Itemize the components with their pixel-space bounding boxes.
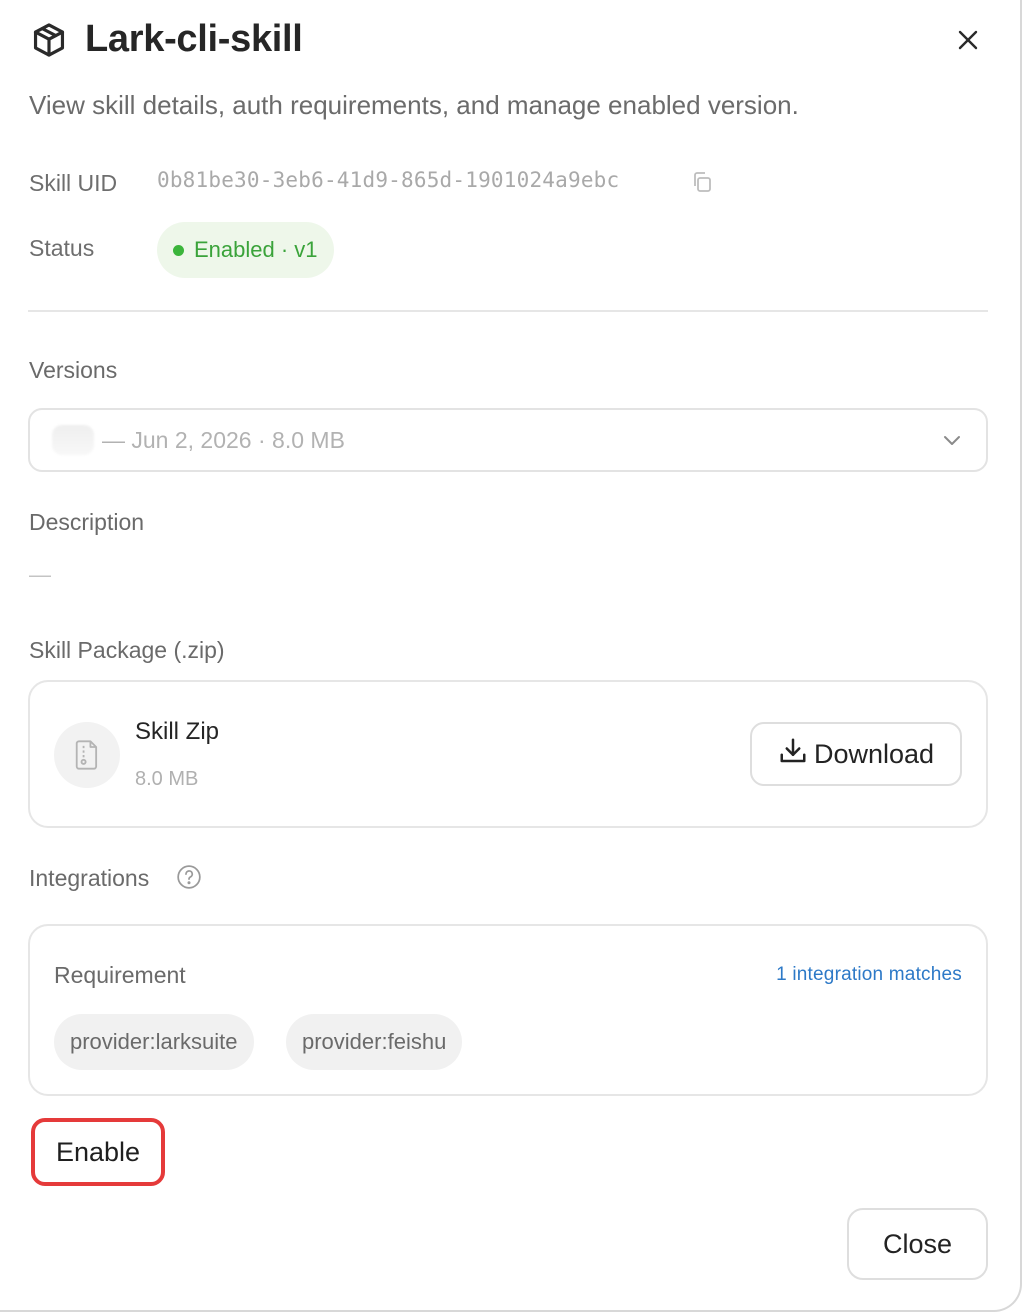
description-value: — xyxy=(29,562,51,587)
chevron-down-icon xyxy=(940,428,964,452)
requirement-label: Requirement xyxy=(54,962,186,988)
close-button[interactable]: Close xyxy=(847,1208,988,1280)
divider xyxy=(28,310,988,312)
package-card: Skill Zip 8.0 MB Download xyxy=(28,680,988,828)
status-dot xyxy=(173,244,184,256)
zip-file-icon xyxy=(54,722,120,788)
versions-label: Versions xyxy=(29,357,118,383)
uid-value: 0b81be30-3eb6-41d9-865d-1901024a9ebc xyxy=(157,168,620,192)
package-icon xyxy=(30,21,68,59)
requirement-tag: provider:larksuite xyxy=(54,1014,254,1070)
uid-label: Skill UID xyxy=(29,170,118,196)
integrations-label: Integrations xyxy=(29,865,150,891)
package-label: Skill Package (.zip) xyxy=(29,637,225,663)
download-button[interactable]: Download xyxy=(750,722,962,786)
status-label: Status xyxy=(29,235,95,261)
download-icon xyxy=(778,736,808,773)
enable-button[interactable]: Enable xyxy=(31,1118,165,1186)
version-name-redacted xyxy=(52,425,94,455)
download-label: Download xyxy=(813,738,935,769)
version-select-value: — Jun 2, 2026 · 8.0 MB xyxy=(102,426,345,453)
integration-matches-link[interactable]: 1 integration matches xyxy=(776,964,962,986)
dialog-title: Lark-cli-skill xyxy=(85,18,303,60)
requirement-tag: provider:feishu xyxy=(286,1014,463,1070)
copy-icon[interactable] xyxy=(690,170,714,194)
integrations-card: Requirement 1 integration matches provid… xyxy=(28,924,988,1096)
file-name: Skill Zip xyxy=(135,718,220,745)
skill-details-dialog: Lark-cli-skill View skill details, auth … xyxy=(0,0,1022,1312)
help-icon[interactable] xyxy=(176,864,202,890)
dialog-subtitle: View skill details, auth requirements, a… xyxy=(29,90,799,120)
close-icon[interactable] xyxy=(948,20,988,60)
description-label: Description xyxy=(29,509,145,535)
status-badge: Enabled · v1 xyxy=(157,222,334,278)
file-size: 8.0 MB xyxy=(135,768,199,790)
version-select[interactable]: — Jun 2, 2026 · 8.0 MB xyxy=(28,408,988,472)
status-text: Enabled · v1 xyxy=(194,237,318,262)
